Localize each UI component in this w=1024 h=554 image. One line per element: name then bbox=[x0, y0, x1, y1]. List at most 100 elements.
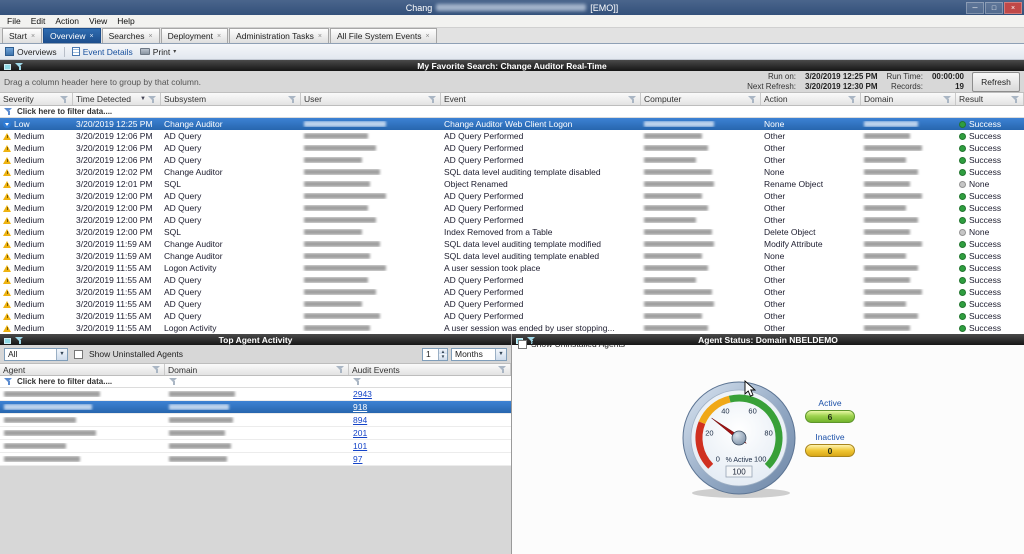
event-row[interactable]: Medium3/20/2019 12:00 PMSQLIndex Removed… bbox=[0, 226, 1024, 238]
event-row[interactable]: Medium3/20/2019 12:01 PMSQLObject Rename… bbox=[0, 178, 1024, 190]
event-row[interactable]: Medium3/20/2019 12:00 PMAD QueryAD Query… bbox=[0, 214, 1024, 226]
event-row[interactable]: Medium3/20/2019 11:55 AMLogon ActivityA … bbox=[0, 322, 1024, 334]
column-header-subsystem[interactable]: Subsystem bbox=[161, 93, 301, 105]
tab-overview[interactable]: Overview× bbox=[43, 28, 101, 43]
tab-searches[interactable]: Searches× bbox=[102, 28, 160, 43]
tab-close-icon[interactable]: × bbox=[217, 33, 221, 40]
tab-administration-tasks[interactable]: Administration Tasks× bbox=[229, 28, 329, 43]
column-filter-icon[interactable] bbox=[428, 95, 437, 104]
overviews-button[interactable]: Overviews bbox=[5, 47, 57, 57]
event-row[interactable]: Medium3/20/2019 12:00 PMAD QueryAD Query… bbox=[0, 202, 1024, 214]
inactive-count-pill[interactable]: 0 bbox=[805, 444, 855, 457]
stepper-arrows[interactable]: ▲▼ bbox=[438, 349, 447, 360]
agent-row[interactable]: 918 bbox=[0, 401, 511, 414]
menu-view[interactable]: View bbox=[84, 16, 112, 26]
filter-icon[interactable] bbox=[15, 336, 24, 345]
tab-start[interactable]: Start× bbox=[2, 28, 42, 43]
column-header-domain[interactable]: Domain bbox=[861, 93, 956, 105]
event-row[interactable]: Medium3/20/2019 11:59 AMChange AuditorSQ… bbox=[0, 238, 1024, 250]
agent-row[interactable]: 101 bbox=[0, 440, 511, 453]
audit-events-link[interactable]: 894 bbox=[353, 415, 367, 425]
stepper-down-icon[interactable]: ▼ bbox=[439, 354, 447, 360]
close-icon[interactable]: × bbox=[1004, 2, 1022, 14]
minimize-icon[interactable]: ─ bbox=[966, 2, 984, 14]
menu-edit[interactable]: Edit bbox=[26, 16, 51, 26]
event-row[interactable]: Medium3/20/2019 11:55 AMAD QueryAD Query… bbox=[0, 310, 1024, 322]
column-filter-icon[interactable] bbox=[60, 95, 69, 104]
column-filter-icon[interactable] bbox=[498, 365, 507, 374]
agent-grid-filter-row[interactable]: Click here to filter data.... bbox=[0, 376, 511, 388]
event-grid-head: SeverityTime Detected▼SubsystemUserEvent… bbox=[0, 93, 1024, 106]
event-row[interactable]: Low3/20/2019 12:25 PMChange AuditorChang… bbox=[0, 118, 1024, 130]
column-header-user[interactable]: User bbox=[301, 93, 441, 105]
column-header-action[interactable]: Action bbox=[761, 93, 861, 105]
menu-file[interactable]: File bbox=[2, 16, 26, 26]
event-row[interactable]: Medium3/20/2019 11:55 AMAD QueryAD Query… bbox=[0, 286, 1024, 298]
agent-row[interactable]: 2943 bbox=[0, 388, 511, 401]
period-value-stepper[interactable]: 1 ▲▼ bbox=[422, 348, 448, 361]
refresh-button[interactable]: Refresh bbox=[972, 72, 1020, 92]
menu-action[interactable]: Action bbox=[50, 16, 84, 26]
agent-column-header-audit-events[interactable]: Audit Events bbox=[349, 364, 511, 375]
audit-events-link[interactable]: 2943 bbox=[353, 389, 372, 399]
tab-label: All File System Events bbox=[337, 31, 422, 41]
show-uninstalled-checkbox[interactable] bbox=[518, 340, 527, 349]
tab-close-icon[interactable]: × bbox=[89, 33, 93, 40]
audit-events-link[interactable]: 101 bbox=[353, 441, 367, 451]
event-details-button[interactable]: Event Details bbox=[72, 47, 133, 57]
column-filter-icon[interactable] bbox=[288, 95, 297, 104]
maximize-icon[interactable]: □ bbox=[985, 2, 1003, 14]
agent-column-header-domain[interactable]: Domain bbox=[165, 364, 349, 375]
tab-close-icon[interactable]: × bbox=[149, 33, 153, 40]
tab-deployment[interactable]: Deployment× bbox=[161, 28, 228, 43]
filter-icon[interactable] bbox=[15, 62, 24, 71]
column-header-event[interactable]: Event bbox=[441, 93, 641, 105]
filter-funnel-icon[interactable] bbox=[4, 377, 13, 386]
filter-funnel-icon[interactable] bbox=[4, 107, 13, 116]
pin-icon[interactable] bbox=[4, 64, 11, 70]
agent-row[interactable]: 894 bbox=[0, 414, 511, 427]
menu-help[interactable]: Help bbox=[112, 16, 139, 26]
tab-all-file-system-events[interactable]: All File System Events × bbox=[330, 28, 437, 43]
pin-icon[interactable] bbox=[4, 338, 11, 344]
agent-row[interactable]: 201 bbox=[0, 427, 511, 440]
agent-scope-select[interactable]: All ▼ bbox=[4, 348, 68, 361]
print-button[interactable]: Print ▾ bbox=[140, 47, 177, 57]
column-header-severity[interactable]: Severity bbox=[0, 93, 73, 105]
filter-funnel-icon[interactable] bbox=[353, 377, 362, 386]
audit-events-link[interactable]: 201 bbox=[353, 428, 367, 438]
column-filter-icon[interactable] bbox=[336, 365, 345, 374]
column-header-computer[interactable]: Computer bbox=[641, 93, 761, 105]
event-row[interactable]: Medium3/20/2019 12:06 PMAD QueryAD Query… bbox=[0, 154, 1024, 166]
show-uninstalled-checkbox[interactable] bbox=[74, 350, 83, 359]
column-filter-icon[interactable] bbox=[748, 95, 757, 104]
column-filter-icon[interactable] bbox=[943, 95, 952, 104]
event-row[interactable]: Medium3/20/2019 12:06 PMAD QueryAD Query… bbox=[0, 142, 1024, 154]
column-header-time-detected[interactable]: Time Detected▼ bbox=[73, 93, 161, 105]
event-row[interactable]: Medium3/20/2019 12:06 PMAD QueryAD Query… bbox=[0, 130, 1024, 142]
filter-funnel-icon[interactable] bbox=[169, 377, 178, 386]
tab-close-icon[interactable]: × bbox=[318, 33, 322, 40]
event-row[interactable]: Medium3/20/2019 11:59 AMChange AuditorSQ… bbox=[0, 250, 1024, 262]
active-count-pill[interactable]: 6 bbox=[805, 410, 855, 423]
redacted-user bbox=[304, 169, 380, 175]
agent-row[interactable]: 97 bbox=[0, 453, 511, 466]
tab-close-icon[interactable]: × bbox=[426, 33, 430, 40]
column-filter-icon[interactable] bbox=[848, 95, 857, 104]
agent-column-header-agent[interactable]: Agent bbox=[0, 364, 165, 375]
column-filter-icon[interactable] bbox=[152, 365, 161, 374]
event-row[interactable]: Medium3/20/2019 11:55 AMAD QueryAD Query… bbox=[0, 274, 1024, 286]
column-filter-icon[interactable] bbox=[1011, 95, 1020, 104]
column-header-result[interactable]: Result bbox=[956, 93, 1024, 105]
event-grid-filter-row[interactable]: Click here to filter data.... bbox=[0, 106, 1024, 118]
event-row[interactable]: Medium3/20/2019 12:02 PMChange AuditorSQ… bbox=[0, 166, 1024, 178]
audit-events-link[interactable]: 97 bbox=[353, 454, 362, 464]
event-row[interactable]: Medium3/20/2019 12:00 PMAD QueryAD Query… bbox=[0, 190, 1024, 202]
event-row[interactable]: Medium3/20/2019 11:55 AMLogon ActivityA … bbox=[0, 262, 1024, 274]
period-unit-select[interactable]: Months ▼ bbox=[451, 348, 507, 361]
column-filter-icon[interactable] bbox=[148, 95, 157, 104]
audit-events-link[interactable]: 918 bbox=[353, 402, 367, 412]
column-filter-icon[interactable] bbox=[628, 95, 637, 104]
event-row[interactable]: Medium3/20/2019 11:55 AMAD QueryAD Query… bbox=[0, 298, 1024, 310]
tab-close-icon[interactable]: × bbox=[31, 33, 35, 40]
